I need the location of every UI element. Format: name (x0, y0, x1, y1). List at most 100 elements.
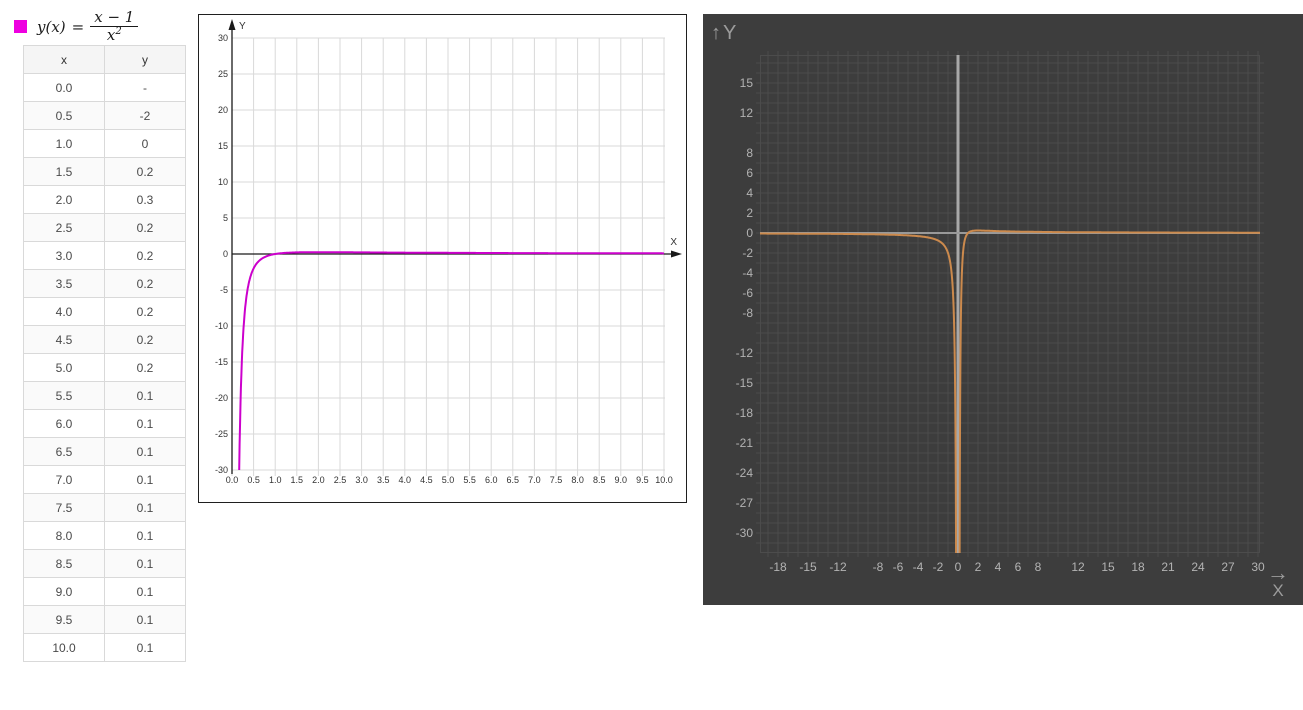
svg-text:-2: -2 (742, 246, 753, 260)
svg-text:0: 0 (955, 560, 962, 574)
svg-text:-21: -21 (736, 436, 754, 450)
svg-text:-27: -27 (736, 496, 754, 510)
svg-text:5.0: 5.0 (442, 475, 455, 485)
svg-text:30: 30 (218, 33, 228, 43)
svg-text:12: 12 (1071, 560, 1085, 574)
table-header-x: x (23, 45, 105, 74)
svg-text:-18: -18 (769, 560, 787, 574)
svg-text:25: 25 (218, 69, 228, 79)
svg-text:8: 8 (1035, 560, 1042, 574)
svg-text:-10: -10 (215, 321, 228, 331)
svg-text:-15: -15 (799, 560, 817, 574)
svg-text:15: 15 (740, 76, 754, 90)
svg-text:1.5: 1.5 (291, 475, 304, 485)
table-cell: 0.1 (104, 633, 186, 662)
table-header-y: y (104, 45, 186, 74)
table-cell: 0.1 (104, 549, 186, 578)
formula-fraction: x − 1 x2 (90, 9, 139, 44)
svg-text:X: X (670, 237, 677, 248)
table-cell: 8.5 (23, 549, 105, 578)
svg-text:27: 27 (1221, 560, 1235, 574)
svg-text:-18: -18 (736, 406, 754, 420)
dark-tick-labels: 151286420-2-4-6-8-12-15-18-21-24-27-30-1… (736, 76, 1265, 574)
table-row: 5.0 0.2 (23, 353, 186, 382)
svg-text:-5: -5 (220, 285, 228, 295)
table-cell: 4.5 (23, 325, 105, 354)
dark-y-axis-label: ↑ Y (711, 22, 736, 45)
table-cell: 7.0 (23, 465, 105, 494)
svg-text:1.0: 1.0 (269, 475, 282, 485)
table-row: 8.5 0.1 (23, 549, 186, 578)
svg-text:0: 0 (746, 226, 753, 240)
table-cell: 2.5 (23, 213, 105, 242)
table-cell: 6.0 (23, 409, 105, 438)
svg-text:2.5: 2.5 (334, 475, 347, 485)
light-grid (231, 37, 665, 476)
dark-x-axis-letter: X (1272, 581, 1284, 600)
series-color-swatch (14, 20, 27, 34)
dark-chart-canvas[interactable]: 151286420-2-4-6-8-12-15-18-21-24-27-30-1… (703, 14, 1303, 605)
dark-x-axis-label: → X (1267, 560, 1289, 600)
svg-text:30: 30 (1251, 560, 1265, 574)
svg-text:3.0: 3.0 (355, 475, 368, 485)
formula-lhs: y(x) (37, 17, 66, 36)
table-row: 1.0 0 (23, 129, 186, 158)
table-cell: 9.5 (23, 605, 105, 634)
table-cell: 0.2 (104, 157, 186, 186)
table-row: 5.5 0.1 (23, 381, 186, 410)
svg-text:-4: -4 (913, 560, 924, 574)
table-row: 2.0 0.3 (23, 185, 186, 214)
svg-text:-6: -6 (893, 560, 904, 574)
svg-text:-20: -20 (215, 393, 228, 403)
table-cell: 0.1 (104, 521, 186, 550)
light-chart-panel: 0.0 0.5 1.0 1.5 2.0 2.5 3.0 3.5 4.0 4.5 5.0 5.5 6.0 6… (198, 14, 687, 503)
table-cell: 0.2 (104, 269, 186, 298)
svg-text:21: 21 (1161, 560, 1175, 574)
svg-text:2: 2 (746, 206, 753, 220)
table-row: 4.5 0.2 (23, 325, 186, 354)
svg-text:3.5: 3.5 (377, 475, 390, 485)
svg-text:7.5: 7.5 (550, 475, 563, 485)
light-curve (238, 251, 665, 471)
table-row: 0.0- (23, 73, 186, 102)
svg-text:0: 0 (223, 249, 228, 259)
svg-text:12: 12 (740, 106, 754, 120)
table-row: 6.0 0.1 (23, 409, 186, 438)
table-cell: 4.0 (23, 297, 105, 326)
svg-text:Y: Y (239, 21, 246, 32)
table-cell: 0 (104, 129, 186, 158)
table-cell: 0.3 (104, 185, 186, 214)
table-cell: 3.5 (23, 269, 105, 298)
right-arrow-icon: → (1267, 560, 1289, 586)
formula-equals: = (71, 17, 85, 36)
svg-text:7.0: 7.0 (528, 475, 541, 485)
dark-grid (756, 51, 1264, 557)
table-row: 7.5 0.1 (23, 493, 186, 522)
table-row: 3.5 0.2 (23, 269, 186, 298)
fraction-denominator: x2 (106, 25, 122, 44)
svg-text:9.0: 9.0 (615, 475, 628, 485)
svg-text:8: 8 (746, 146, 753, 160)
svg-text:15: 15 (1101, 560, 1115, 574)
table-row: 9.0 0.1 (23, 577, 186, 606)
table-cell: 1.0 (23, 129, 105, 158)
table-cell: 1.5 (23, 157, 105, 186)
svg-text:2.0: 2.0 (312, 475, 325, 485)
svg-text:2: 2 (975, 560, 982, 574)
fraction-numerator: x − 1 (90, 9, 139, 27)
table-cell: 5.5 (23, 381, 105, 410)
table-row: 9.5 0.1 (23, 605, 186, 634)
table-cell: 2.0 (23, 185, 105, 214)
table-row: 6.5 0.1 (23, 437, 186, 466)
legend: y(x) = x − 1 x2 (14, 9, 139, 44)
table-cell: 8.0 (23, 521, 105, 550)
table-cell: 0.1 (104, 577, 186, 606)
light-chart-canvas: 0.0 0.5 1.0 1.5 2.0 2.5 3.0 3.5 4.0 4.5 5.0 5.5 6.0 6… (215, 19, 682, 485)
dark-y-axis-letter: Y (723, 22, 737, 44)
svg-text:6.0: 6.0 (485, 475, 498, 485)
dark-chart-panel[interactable]: 15 12 8 6 4 2 0 -2 -4 -6 -8 -12 -15 -18 -21 -24 -27 -30 -1… (703, 14, 1303, 605)
table-cell: 0.2 (104, 241, 186, 270)
table-row: 7.0 0.1 (23, 465, 186, 494)
svg-text:6: 6 (1015, 560, 1022, 574)
svg-text:0.0: 0.0 (226, 475, 239, 485)
